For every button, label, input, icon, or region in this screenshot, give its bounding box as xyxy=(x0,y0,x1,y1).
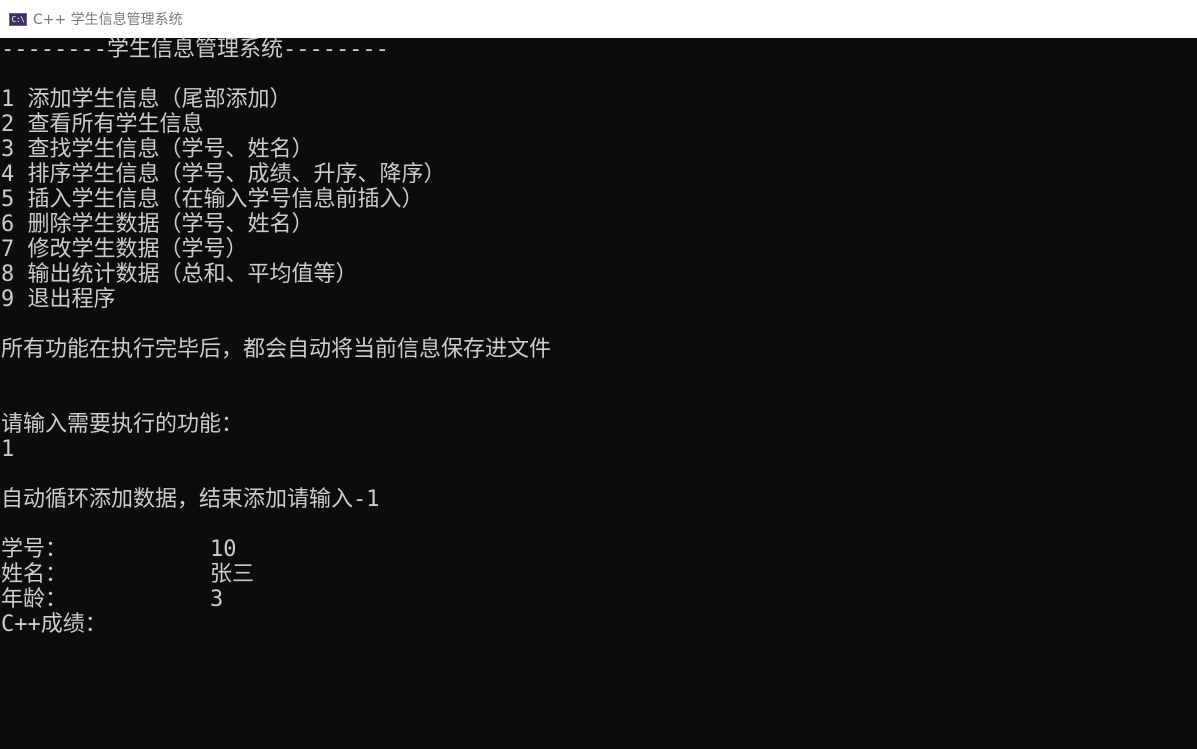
field-label: C++成绩： xyxy=(1,612,107,637)
menu-item-exit: 9 退出程序 xyxy=(1,287,116,312)
menu-item-sort: 4 排序学生信息（学号、成绩、升序、降序） xyxy=(1,162,446,187)
menu-item-insert: 5 插入学生信息（在输入学号信息前插入） xyxy=(1,187,424,212)
field-value: 张三 xyxy=(210,562,255,587)
console-window: C:\ C++ 学生信息管理系统 --------学生信息管理系统-------… xyxy=(0,0,1197,749)
autosave-note: 所有功能在执行完毕后，都会自动将当前信息保存进文件 xyxy=(1,337,552,362)
field-label: 姓名： xyxy=(1,562,68,587)
console-app-icon: C:\ xyxy=(9,12,27,26)
menu-item-stats: 8 输出统计数据（总和、平均值等） xyxy=(1,262,358,287)
menu-header: --------学生信息管理系统-------- xyxy=(1,37,389,62)
field-value: 3 xyxy=(210,587,224,612)
console-output[interactable]: --------学生信息管理系统-------- 1 添加学生信息（尾部添加） … xyxy=(0,37,1197,749)
menu-item-add: 1 添加学生信息（尾部添加） xyxy=(1,87,292,112)
menu-item-view: 2 查看所有学生信息 xyxy=(1,112,204,137)
menu-item-modify: 7 修改学生数据（学号） xyxy=(1,237,248,262)
function-prompt: 请输入需要执行的功能： xyxy=(1,412,244,437)
user-choice-input: 1 xyxy=(1,437,15,462)
menu-item-search: 3 查找学生信息（学号、姓名） xyxy=(1,137,314,162)
field-label: 学号： xyxy=(1,537,68,562)
loop-add-message: 自动循环添加数据，结束添加请输入-1 xyxy=(1,487,380,512)
field-name: 姓名： 张三 xyxy=(1,562,1197,587)
field-student-id: 学号： 10 xyxy=(1,537,1197,562)
field-label: 年龄： xyxy=(1,587,68,612)
title-bar[interactable]: C:\ C++ 学生信息管理系统 xyxy=(0,0,1197,38)
field-age: 年龄： 3 xyxy=(1,587,1197,612)
field-value: 10 xyxy=(210,537,237,562)
menu-item-delete: 6 删除学生数据（学号、姓名） xyxy=(1,212,314,237)
window-title: C++ 学生信息管理系统 xyxy=(33,12,183,28)
field-cpp-score[interactable]: C++成绩： xyxy=(1,612,1197,637)
